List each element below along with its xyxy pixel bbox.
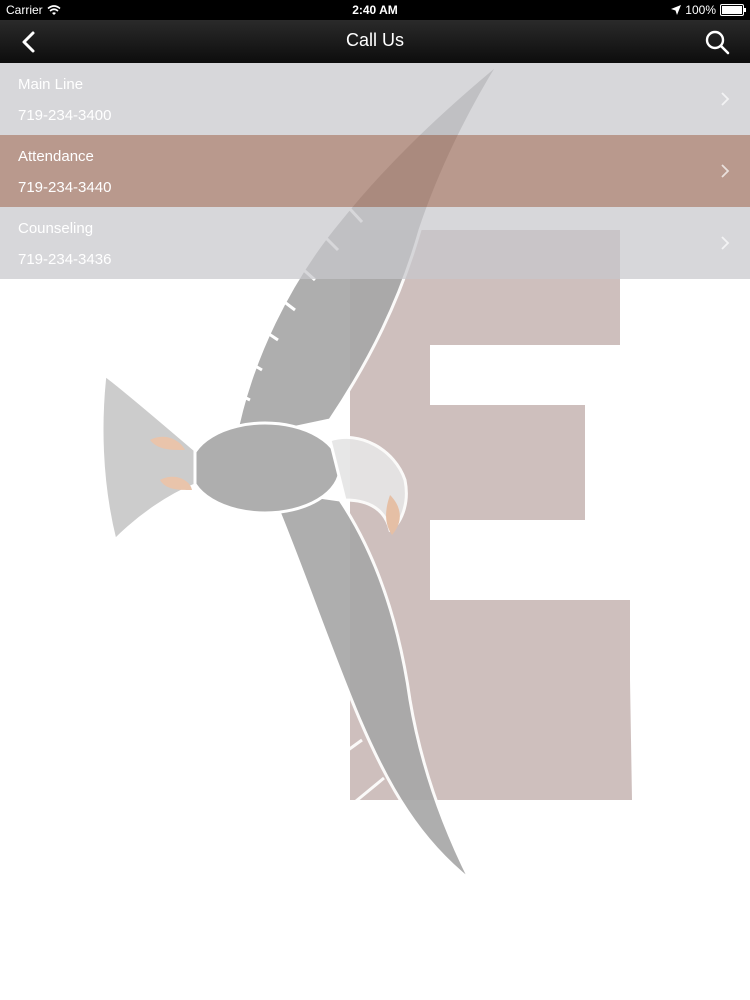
battery-fill (722, 6, 742, 14)
search-icon (705, 30, 730, 55)
contact-name: Main Line (18, 76, 84, 93)
status-right: 100% (671, 3, 746, 17)
chevron-right-icon (721, 236, 730, 250)
page-title: Call Us (345, 30, 404, 50)
chevron-right-icon (721, 92, 730, 106)
contact-name: Counseling (18, 220, 94, 237)
status-bar: Carrier 2:40 AM 100% (0, 0, 750, 20)
contact-name: Attendance (18, 148, 94, 165)
navigation-bar: Call Us (0, 20, 750, 63)
contact-row-counseling[interactable]: Counseling 719-234-3436 (0, 207, 750, 279)
contact-list: Main Line 719-234-3400 Attendance 719-23… (0, 63, 750, 279)
status-time: 2:40 AM (352, 3, 398, 17)
contact-phone: 719-234-3400 (18, 107, 112, 124)
location-arrow-icon (671, 5, 682, 15)
contact-row-attendance[interactable]: Attendance 719-234-3440 (0, 135, 750, 207)
battery-icon (720, 4, 746, 16)
contact-phone: 719-234-3440 (18, 179, 112, 196)
search-button[interactable] (702, 27, 732, 57)
contact-row-main-line[interactable]: Main Line 719-234-3400 (0, 63, 750, 135)
battery-percent: 100% (685, 3, 716, 17)
contact-phone: 719-234-3436 (18, 251, 112, 268)
chevron-right-icon (721, 164, 730, 178)
